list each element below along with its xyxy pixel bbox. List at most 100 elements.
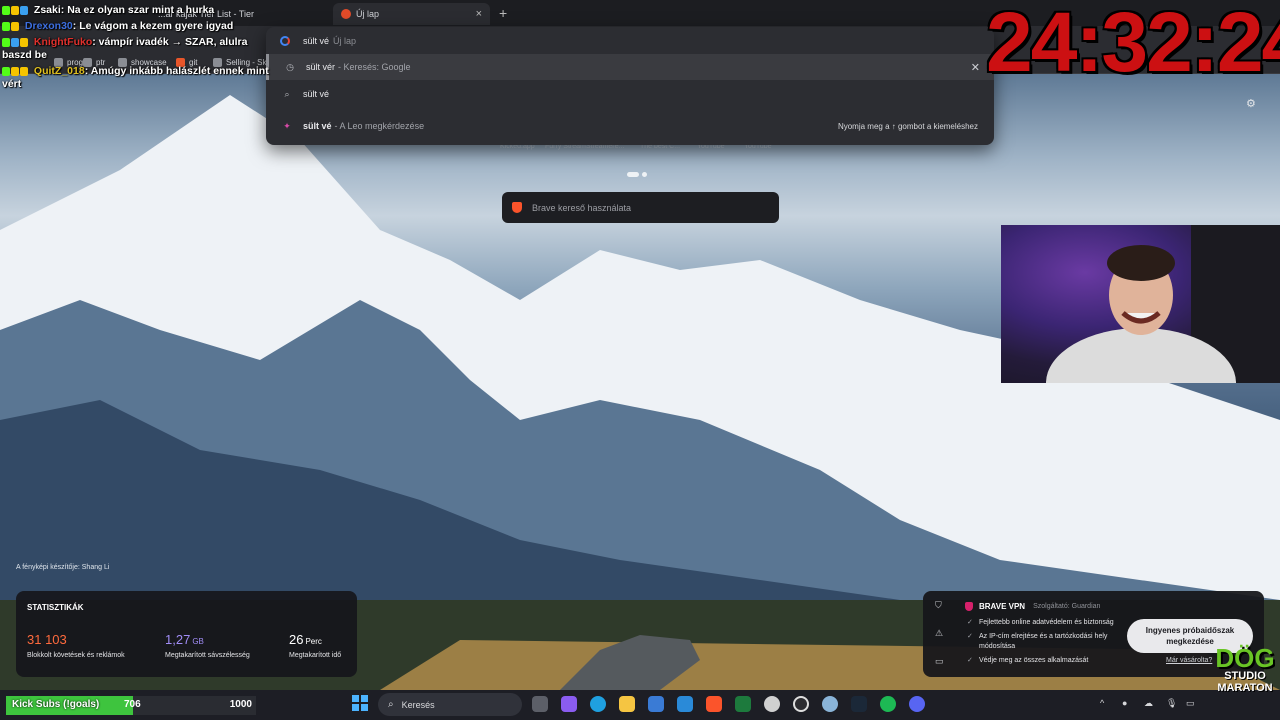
chat-username: KnightFuko (33, 36, 93, 48)
suggestion-search[interactable]: ⌕ sült vé (266, 81, 994, 107)
chat-message: QuitZ_018: Amúgy inkább halászlét ennek … (2, 65, 269, 90)
chat-badges (2, 5, 28, 15)
stat-unit: Perc (305, 637, 322, 646)
warning-icon[interactable]: ⚠ (935, 628, 943, 639)
google-icon (280, 35, 290, 46)
stat-value: 26 (289, 632, 304, 647)
photo-credit[interactable]: A fényképi készítője: Shang Li (16, 564, 109, 571)
suggestion-text: sült vé (303, 89, 330, 99)
stat-blocked: 31 103 Blokkolt követések és reklámok (27, 631, 125, 659)
check-icon: ✓ (967, 633, 973, 640)
stats-widget: STATISZTIKÁK 31 103 Blokkolt követések é… (16, 591, 357, 677)
stat-label: Blokkolt követések és reklámok (27, 652, 125, 659)
address-input-text: sült vé (303, 35, 330, 46)
brave-browser-icon[interactable] (706, 696, 722, 712)
suggestion-subtext: - A Leo megkérdezése (334, 121, 425, 131)
suggestion-leo[interactable]: ✦ sült vé - A Leo megkérdezése Nyomja me… (266, 113, 994, 139)
discord-icon[interactable] (909, 696, 925, 712)
edge-icon[interactable] (590, 696, 606, 712)
vpn-shield-icon[interactable]: ⛉ (935, 600, 942, 611)
brave-lion-icon (512, 202, 522, 213)
chat-username: Drexon30 (24, 20, 73, 32)
leo-icon: ✦ (283, 120, 291, 131)
mail-icon[interactable] (677, 696, 693, 712)
check-icon: ✓ (967, 619, 973, 626)
copilot-icon[interactable] (561, 696, 577, 712)
excel-icon[interactable] (735, 696, 751, 712)
vpn-feature: ✓ Védje meg az összes alkalmazását (967, 657, 1089, 664)
stream-chat-overlay: Zsaki: Na ez olyan szar mint a hurka Dre… (2, 4, 272, 94)
history-icon: ◷ (286, 61, 294, 72)
chat-text: Na ez olyan szar mint a hurka (67, 4, 215, 16)
task-view-icon[interactable] (532, 696, 548, 712)
stats-title: STATISZTIKÁK (27, 603, 84, 612)
stat-label: Megtakarított sávszélesség (165, 652, 250, 659)
steam-icon[interactable] (851, 696, 867, 712)
close-tab-icon[interactable]: × (476, 8, 482, 20)
vpn-feature: ✓ Fejlettebb online adatvédelem és bizton… (967, 619, 1114, 626)
app-icon[interactable] (793, 696, 809, 712)
kick-subs-goal-bar: Kick Subs (!goals) 706 1000 (6, 696, 256, 715)
omnibox-dropdown: sült vé Új lap ◷ sült vér - Keresés: Goo… (266, 27, 994, 145)
chat-message: Zsaki: Na ez olyan szar mint a hurka (2, 4, 272, 17)
tab-new-tab[interactable]: Új lap × (333, 3, 490, 25)
network-icon[interactable]: ▭ (1186, 698, 1195, 709)
suggestion-history[interactable]: ◷ sült vér - Keresés: Google ✕ (266, 54, 994, 80)
store-icon[interactable] (648, 696, 664, 712)
streamer-figure (1046, 225, 1280, 383)
webcam-feed (1001, 225, 1280, 383)
vpn-provider: Szolgáltató: Guardian (1033, 603, 1101, 610)
new-tab-plus-icon[interactable]: + (499, 5, 507, 21)
file-explorer-icon[interactable] (619, 696, 635, 712)
suggestion-text: sült vér (306, 62, 336, 72)
keyboard-hint: Nyomja meg a ↑ gombot a kiemeléshez (837, 121, 978, 131)
dog-studio-maraton-logo: DÖG STUDIO MARATON (1215, 643, 1275, 694)
chat-username: Zsaki (33, 4, 61, 16)
vpn-title: BRAVE VPN Szolgáltató: Guardian (965, 602, 1100, 611)
search-icon: ⌕ (284, 88, 290, 99)
tray-chevron-icon[interactable]: ^ (1100, 698, 1104, 708)
vpn-logo-icon (965, 602, 973, 611)
chat-text: Le vágom a kezem gyere igyad (79, 20, 234, 32)
brave-search-box[interactable]: Brave kereső használata (502, 192, 779, 223)
vpn-already-purchased-link[interactable]: Már vásárolta? (1166, 657, 1212, 664)
microphone-icon[interactable]: 🎙 (1166, 698, 1177, 709)
stat-value: 31 103 (27, 632, 67, 647)
spotify-icon[interactable] (880, 696, 896, 712)
subs-goal: 1000 (229, 699, 252, 710)
chat-badges (2, 21, 19, 31)
chat-badges (2, 66, 28, 76)
taskbar-search[interactable]: ⌕ Keresés (378, 693, 522, 716)
chat-badges (2, 37, 28, 47)
stat-unit: GB (192, 637, 204, 646)
wallet-icon[interactable]: ▭ (935, 656, 944, 667)
search-placeholder: Brave kereső használata (532, 202, 632, 213)
vpn-feature: ✓ Az IP-cím elrejtése és a tartózkodási h… (967, 633, 1108, 650)
address-hint-text: Új lap (333, 35, 357, 46)
customize-gear-icon[interactable]: ⚙ (1246, 97, 1256, 110)
remove-suggestion-icon[interactable]: ✕ (971, 61, 980, 74)
subs-label: Kick Subs (!goals) (12, 699, 100, 710)
windows-start-icon[interactable] (352, 695, 368, 711)
stat-bandwidth: 1,27 GB Megtakarított sávszélesség (165, 631, 250, 659)
chat-username: QuitZ_018 (33, 65, 85, 77)
brave-vpn-widget: ⛉ ⚠ ▭ BRAVE VPN Szolgáltató: Guardian ✓ F… (923, 591, 1264, 677)
tab-title: Új lap (356, 9, 380, 19)
chat-message: KnightFuko: vámpír ivadék → SZAR, alulra… (2, 36, 248, 61)
pager-dot-active[interactable] (627, 172, 639, 177)
suggestion-text: sült vé (303, 121, 332, 131)
subs-current: 706 (124, 699, 141, 710)
top-sites-pager[interactable] (627, 164, 650, 182)
cloud-icon[interactable]: ☁ (1144, 698, 1153, 709)
taskbar-search-label: Keresés (401, 699, 435, 710)
tray-app-icon[interactable]: ● (1122, 698, 1127, 708)
stat-label: Megtakarított idő (289, 652, 342, 659)
settings-icon[interactable] (822, 696, 838, 712)
address-bar-input[interactable]: sült vé Új lap (266, 27, 994, 54)
obs-icon[interactable] (764, 696, 780, 712)
pager-dot[interactable] (642, 172, 647, 177)
brave-favicon-icon (341, 9, 351, 19)
suggestion-subtext: - Keresés: Google (338, 62, 411, 72)
chat-message: Drexon30: Le vágom a kezem gyere igyad (2, 20, 272, 33)
stat-time: 26 Perc Megtakarított idő (289, 631, 341, 659)
